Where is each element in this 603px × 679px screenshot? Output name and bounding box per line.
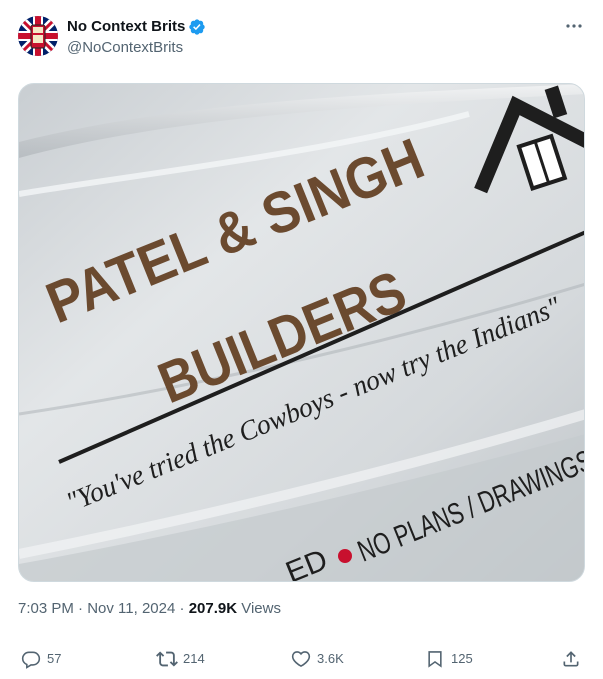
tweet-date[interactable]: Nov 11, 2024 (87, 600, 175, 617)
name-row: No Context Brits (67, 17, 206, 37)
like-icon (290, 648, 312, 670)
author-handle[interactable]: @NoContextBrits (67, 38, 206, 58)
avatar[interactable] (18, 16, 58, 56)
share-icon (560, 648, 582, 670)
meta-separator: · (73, 600, 88, 617)
share-button[interactable] (560, 646, 582, 672)
author-block: No Context Brits @NoContextBrits (67, 17, 206, 58)
reply-icon (20, 648, 42, 670)
reply-count: 57 (47, 651, 62, 666)
tweet: No Context Brits @NoContextBrits PATEL &… (0, 0, 603, 679)
bookmark-count: 125 (451, 651, 473, 666)
views-label: Views (237, 600, 281, 617)
display-name[interactable]: No Context Brits (67, 17, 185, 37)
bookmark-button[interactable]: 125 (424, 646, 473, 672)
repost-button[interactable]: 214 (156, 646, 205, 672)
repost-count: 214 (183, 651, 205, 666)
meta-separator: · (175, 600, 189, 617)
views-count: 207.9K (188, 600, 238, 617)
tweet-time[interactable]: 7:03 PM (18, 600, 74, 617)
red-dot (338, 549, 352, 563)
reply-button[interactable]: 57 (20, 646, 61, 672)
bookmark-icon (424, 648, 446, 670)
more-icon[interactable] (563, 16, 585, 36)
verified-badge-icon (188, 18, 206, 36)
repost-icon (156, 648, 178, 670)
action-bar: 57 214 3.6K 125 (18, 646, 585, 672)
like-button[interactable]: 3.6K (290, 646, 344, 672)
like-count: 3.6K (317, 651, 344, 666)
tweet-photo[interactable]: PATEL & SINGH BUILDERS "You've tried the… (18, 83, 585, 582)
tweet-meta: 7:03 PM · Nov 11, 2024 · 207.9K Views (18, 599, 281, 619)
